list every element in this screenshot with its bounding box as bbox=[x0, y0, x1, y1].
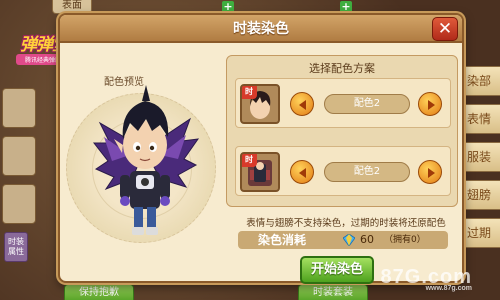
cost-value: 60 bbox=[360, 233, 374, 246]
dialog-title: 时装染色 bbox=[233, 21, 289, 37]
prev-color-button[interactable] bbox=[290, 160, 314, 184]
character-preview bbox=[92, 85, 200, 235]
cost-bar: 染色消耗 60 （拥有0） bbox=[238, 231, 448, 249]
start-dye-button[interactable]: 开始染色 bbox=[300, 256, 374, 284]
add-icon[interactable]: + bbox=[340, 1, 352, 13]
top-tab[interactable]: 表面 bbox=[52, 0, 92, 14]
hair-item-slot[interactable]: 时 bbox=[240, 84, 280, 124]
close-button[interactable]: ✕ bbox=[432, 17, 458, 41]
side-tab-expired[interactable]: 过期 bbox=[460, 218, 500, 248]
close-icon: ✕ bbox=[437, 19, 453, 39]
arrow-right-icon bbox=[428, 168, 435, 178]
color-name: 配色2 bbox=[324, 94, 410, 114]
color-name: 配色2 bbox=[324, 162, 410, 182]
bottom-button[interactable]: 保持抱歉 bbox=[64, 284, 134, 300]
prev-color-button[interactable] bbox=[290, 92, 314, 116]
arrow-left-icon bbox=[299, 168, 306, 178]
side-tab-wings[interactable]: 翅膀 bbox=[460, 180, 500, 210]
bottom-button[interactable]: 时装套装 bbox=[298, 284, 368, 300]
equipment-slot[interactable] bbox=[2, 136, 36, 176]
arrow-left-icon bbox=[299, 100, 306, 110]
fashion-tag: 时 bbox=[242, 86, 257, 99]
scheme-row-outfit: 时 配色2 bbox=[235, 146, 451, 196]
cost-label: 染色消耗 bbox=[258, 233, 307, 247]
color-scheme-panel: 选择配色方案 时 配色2 时 配色2 bbox=[226, 55, 458, 207]
cost-owned: （拥有0） bbox=[384, 235, 426, 245]
add-icon[interactable]: + bbox=[222, 1, 234, 13]
fashion-tag: 时 bbox=[242, 154, 257, 167]
scheme-row-hair: 时 配色2 bbox=[235, 78, 451, 128]
side-tab-clothing[interactable]: 服装 bbox=[460, 142, 500, 172]
dye-notice: 表情与翅膀不支持染色，过期的时装将还原配色 bbox=[246, 218, 446, 229]
watermark: 87G.com www.87g.com bbox=[381, 266, 472, 292]
fashion-attribute-button[interactable]: 时装属性 bbox=[4, 232, 28, 262]
arrow-right-icon bbox=[428, 100, 435, 110]
side-tab-expression[interactable]: 表情 bbox=[460, 104, 500, 134]
equipment-slot[interactable] bbox=[2, 184, 36, 224]
next-color-button[interactable] bbox=[418, 160, 442, 184]
gem-icon bbox=[343, 234, 355, 246]
equipment-slot[interactable] bbox=[2, 88, 36, 128]
outfit-item-slot[interactable]: 时 bbox=[240, 152, 280, 192]
next-color-button[interactable] bbox=[418, 92, 442, 116]
side-tab-dye[interactable]: 染部 bbox=[460, 66, 500, 96]
fashion-dye-dialog: 时装染色 ✕ 配色预览 选择配色方案 时 配色2 时 配色2 表情与翅膀不支持染… bbox=[58, 13, 464, 284]
scheme-title: 选择配色方案 bbox=[309, 62, 375, 75]
